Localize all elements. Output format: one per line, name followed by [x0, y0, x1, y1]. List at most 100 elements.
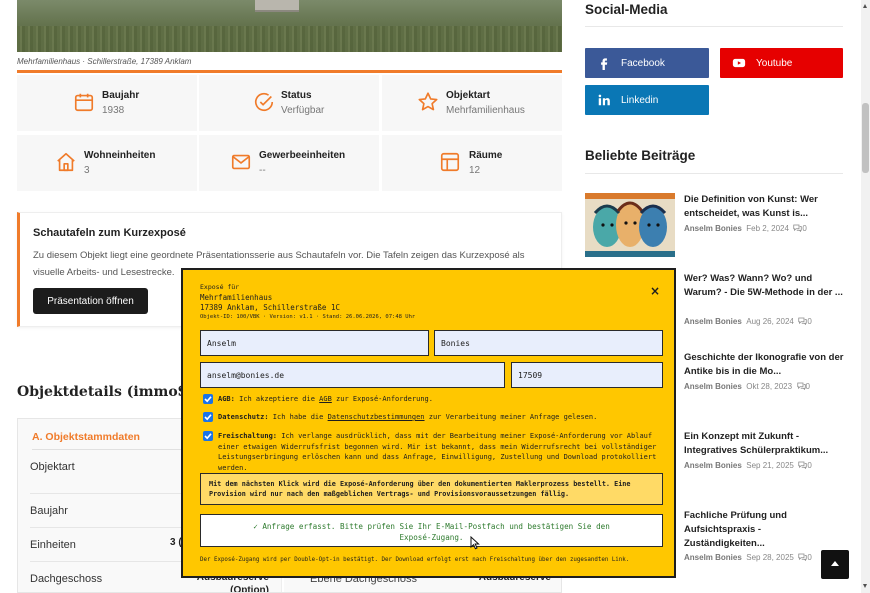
first-name-input[interactable] — [200, 330, 429, 356]
privacy-checkbox[interactable] — [203, 412, 213, 422]
post-meta: Anselm Bonies Sep 21, 2025 0 — [684, 461, 812, 471]
post-comments: 0 — [802, 224, 807, 233]
details-row-label: Einheiten — [30, 539, 76, 551]
comments-icon — [798, 317, 807, 327]
details-row-label: Baujahr — [30, 505, 68, 517]
post-date: Sep 21, 2025 — [746, 461, 794, 470]
privacy-link[interactable]: Datenschutzbestimmungen — [328, 413, 425, 421]
post-author: Anselm Bonies — [684, 224, 742, 233]
post-author: Anselm Bonies — [684, 461, 742, 470]
zip-input[interactable] — [511, 362, 663, 388]
heading-divider — [585, 173, 843, 174]
fact-value: 12 — [469, 165, 481, 176]
house-icon — [55, 151, 77, 173]
comments-icon — [798, 553, 807, 563]
facebook-button[interactable]: Facebook — [585, 48, 709, 78]
post-date: Okt 28, 2023 — [746, 382, 793, 391]
facebook-icon — [596, 55, 612, 71]
post-author: Anselm Bonies — [684, 553, 742, 562]
post-title[interactable]: Geschichte der Ikonografie von der Antik… — [684, 351, 844, 379]
photo-caption: Mehrfamilienhaus · Schillerstraße, 17389… — [17, 57, 192, 66]
star-icon — [417, 91, 439, 113]
fact-label: Räume — [469, 150, 503, 161]
post-title[interactable]: Die Definition von Kunst: Wer entscheide… — [684, 193, 844, 221]
agb-checkbox[interactable] — [203, 394, 213, 404]
popular-posts-heading: Beliebte Beiträge — [585, 148, 696, 163]
property-photo — [17, 0, 562, 52]
post-date: Feb 2, 2024 — [746, 224, 789, 233]
linkedin-icon — [596, 92, 612, 108]
post-meta: Anselm Bonies Sep 28, 2025 0 — [684, 553, 812, 563]
post-meta: Anselm Bonies Aug 26, 2024 0 — [684, 317, 812, 327]
fact-raeume: Räume 12 — [382, 135, 562, 191]
agb-link[interactable]: AGB — [319, 395, 332, 403]
fact-gewerbeeinheiten: Gewerbeeinheiten -- — [199, 135, 379, 191]
modal-footnote: Der Exposé-Zugang wird per Double-Opt-in… — [200, 557, 630, 563]
activation-checkbox[interactable] — [203, 431, 213, 441]
modal-address: 17389 Anklam, Schillerstraße 1C — [200, 303, 340, 312]
modal-kicker: Exposé für — [200, 283, 240, 291]
fact-objektart: Objektart Mehrfamilienhaus — [382, 75, 562, 131]
check-circle-icon — [253, 91, 275, 113]
showcase-title: Schautafeln zum Kurzexposé — [33, 227, 186, 239]
privacy-text: Datenschutz: Ich habe die Datenschutzbes… — [218, 413, 598, 421]
post-date: Sep 28, 2025 — [746, 553, 794, 562]
social-media-heading: Social-Media — [585, 2, 668, 17]
calendar-icon — [73, 91, 95, 113]
scroll-to-top-button[interactable] — [821, 550, 849, 579]
fact-wohneinheiten: Wohneinheiten 3 — [17, 135, 197, 191]
post-title[interactable]: Ein Konzept mit Zukunft - Integratives S… — [684, 430, 844, 458]
fact-baujahr: Baujahr 1938 — [17, 75, 197, 131]
activation-text: Freischaltung: Ich verlange ausdrücklich… — [218, 432, 657, 472]
post-author: Anselm Bonies — [684, 382, 742, 391]
post-comments: 0 — [807, 317, 812, 326]
details-row-label: Dachgeschoss — [30, 573, 103, 585]
last-name-input[interactable] — [434, 330, 663, 356]
comments-icon — [796, 382, 806, 392]
email-field[interactable] — [200, 362, 505, 388]
fact-value: 3 — [84, 165, 90, 176]
post-comments: 0 — [807, 461, 812, 470]
layout-icon — [439, 151, 461, 173]
page-scrollbar[interactable] — [861, 0, 870, 593]
photo-plaque — [255, 0, 299, 12]
fact-label: Status — [281, 90, 312, 101]
scroll-up-arrow[interactable] — [863, 4, 867, 8]
post-meta: Anselm Bonies Feb 2, 2024 0 — [684, 224, 807, 234]
heading-divider — [585, 26, 843, 27]
post-comments: 0 — [807, 553, 812, 562]
post-title[interactable]: Fachliche Prüfung und Aufsichtspraxis - … — [684, 509, 844, 551]
fact-value: Verfügbar — [281, 105, 325, 116]
scrollbar-thumb[interactable] — [862, 103, 869, 173]
comments-icon — [798, 461, 807, 471]
modal-title: Mehrfamilienhaus — [200, 293, 273, 302]
chevron-up-icon — [830, 556, 840, 574]
fact-label: Wohneinheiten — [84, 150, 156, 161]
post-meta: Anselm Bonies Okt 28, 2023 0 — [684, 382, 810, 392]
modal-meta: Objekt-ID: 100/VBK · Version: v1.1 · Sta… — [200, 314, 416, 320]
photo-grass — [17, 26, 562, 52]
close-icon[interactable]: × — [648, 284, 662, 298]
youtube-label: Youtube — [756, 57, 793, 69]
success-message: ✓ Anfrage erfasst. Bitte prüfen Sie Ihr … — [200, 514, 663, 547]
fact-status: Status Verfügbar — [199, 75, 379, 131]
scroll-down-arrow[interactable] — [863, 584, 867, 588]
post-thumbnail[interactable] — [585, 193, 675, 257]
post-title[interactable]: Wer? Was? Wann? Wo? und Warum? - Die 5W-… — [684, 272, 844, 300]
commission-notice: Mit dem nächsten Klick wird die Exposé-A… — [200, 473, 663, 505]
accent-divider — [17, 70, 562, 73]
youtube-button[interactable]: Youtube — [720, 48, 843, 78]
fact-label: Baujahr — [102, 90, 140, 101]
details-heading: Objektdetails (immoS — [17, 384, 188, 400]
expose-request-modal: Exposé für Mehrfamilienhaus 17389 Anklam… — [181, 268, 676, 578]
post-comments: 0 — [805, 382, 810, 391]
mail-icon — [230, 151, 252, 173]
details-row-value: 3 ( — [170, 537, 182, 548]
post-author: Anselm Bonies — [684, 317, 742, 326]
mouse-cursor-icon — [470, 535, 480, 550]
linkedin-button[interactable]: Linkedin — [585, 85, 709, 115]
fact-value: -- — [259, 165, 266, 176]
fact-label: Objektart — [446, 90, 490, 101]
linkedin-label: Linkedin — [621, 94, 659, 106]
open-presentation-button[interactable]: Präsentation öffnen — [33, 288, 148, 314]
